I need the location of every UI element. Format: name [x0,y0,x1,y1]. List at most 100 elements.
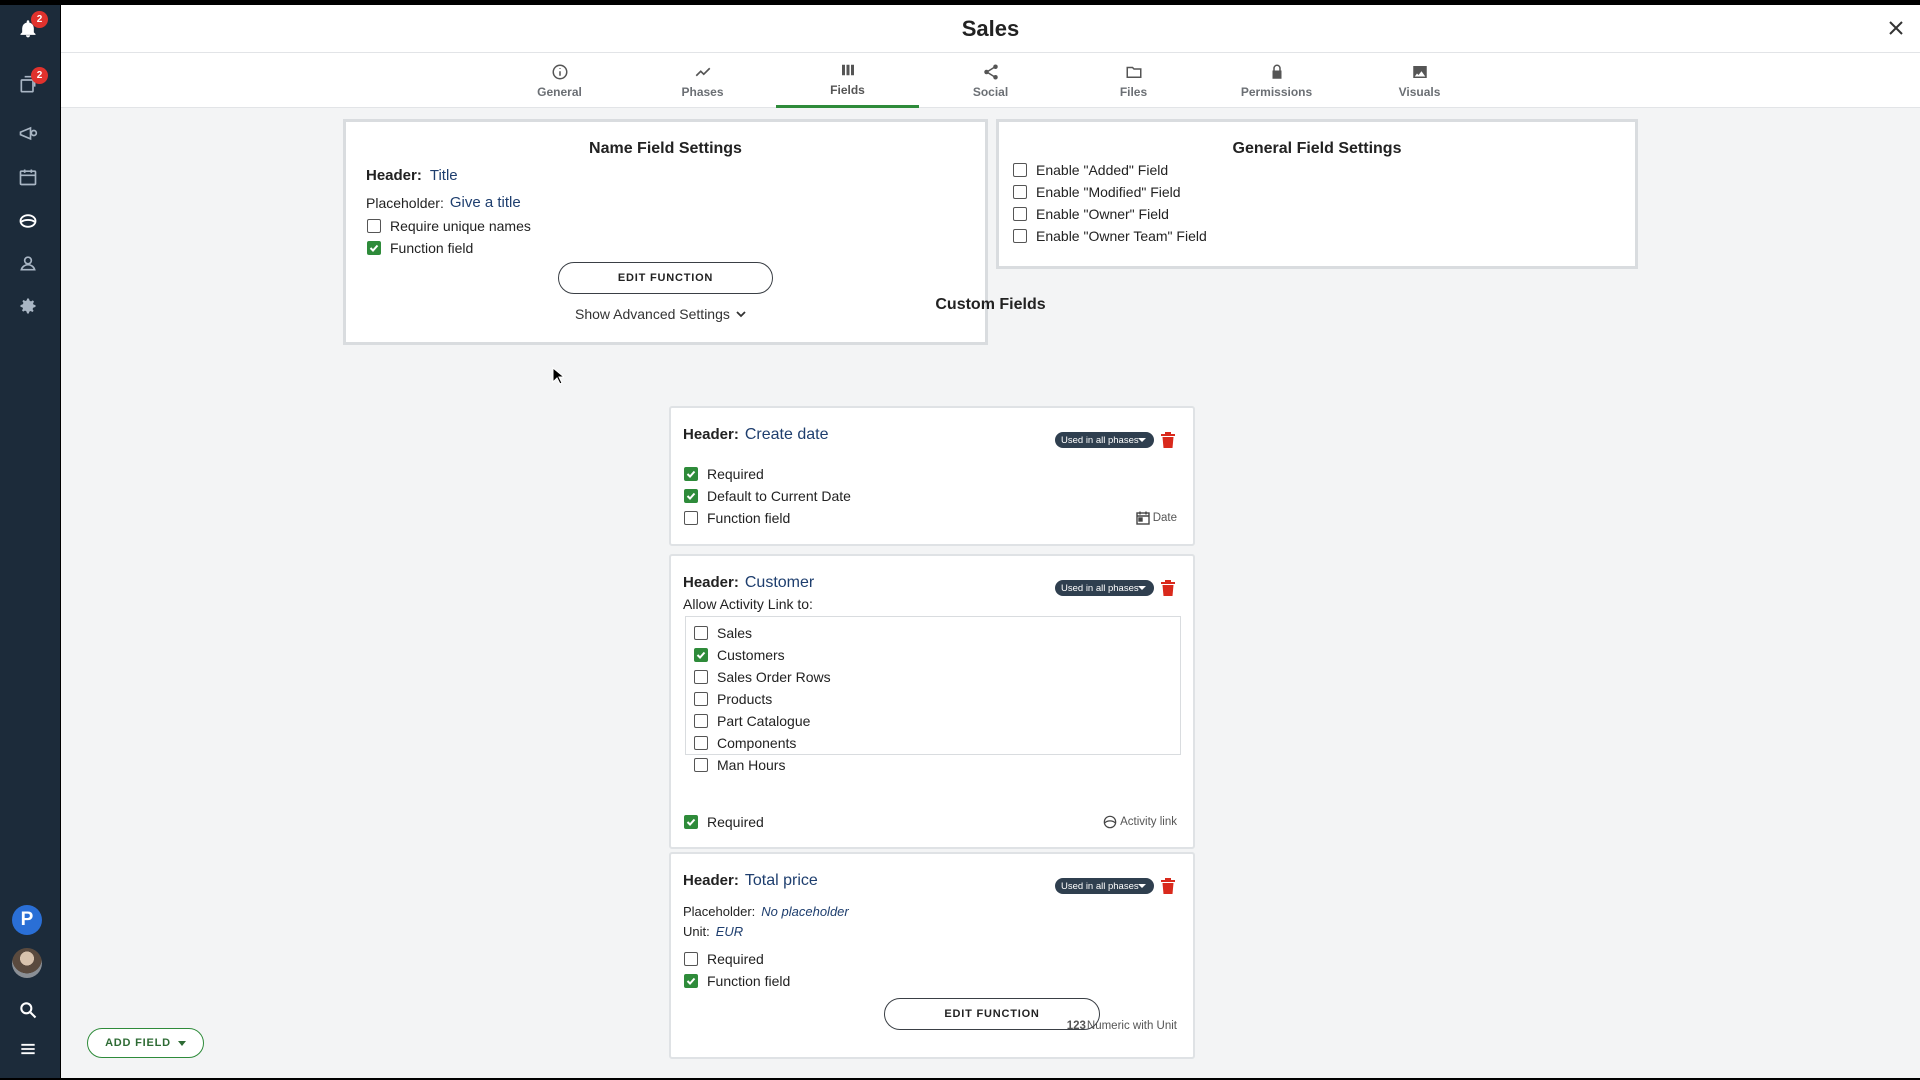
image-icon [1412,65,1427,78]
enable-modified-checkbox[interactable]: Enable "Modified" Field [1013,184,1181,200]
trash-icon[interactable] [1161,580,1175,596]
checkbox-label: Part Catalogue [717,713,811,729]
header-value[interactable]: Title [430,167,458,184]
tab-label: Visuals [1398,84,1441,99]
checkbox-label: Sales Order Rows [717,669,831,685]
field-header-value[interactable]: Total price [745,872,818,890]
checkbox[interactable] [684,467,698,481]
tab-fields[interactable]: Fields [776,53,919,108]
tab-visuals[interactable]: Visuals [1348,53,1491,108]
checkbox-label: Products [717,691,773,707]
tab-label: Files [1119,84,1148,99]
activity-link-icon [1103,815,1117,829]
checkbox[interactable] [1013,229,1027,243]
field-header-value[interactable]: Customer [745,574,814,592]
checkbox[interactable] [694,648,708,662]
field-type-label: Activity link [1120,816,1177,828]
checkbox[interactable] [684,974,698,988]
activity-link-icon[interactable] [12,205,44,237]
tab-label: Phases [681,84,724,99]
info-icon [552,64,567,79]
general-field-settings-panel: General Field Settings Enable "Added" Fi… [996,119,1638,269]
chevron-down-icon [1138,438,1146,442]
checkbox[interactable] [694,670,708,684]
placeholder-label: Placeholder: [366,194,444,211]
unit-value[interactable]: EUR [716,924,743,939]
calendar-icon[interactable] [12,161,44,193]
checkbox-label: Function field [707,510,791,526]
contacts-icon[interactable] [12,247,44,279]
chevron-down-icon [1138,586,1146,590]
required-checkbox[interactable]: Required [684,466,764,482]
checkbox[interactable] [694,626,708,640]
enable-owner-checkbox[interactable]: Enable "Owner" Field [1013,206,1169,222]
link-option-part-catalogue[interactable]: Part Catalogue [694,713,810,729]
tab-files[interactable]: Files [1062,53,1205,108]
field-type-tag: 123 Numeric with Unit [1067,1020,1177,1032]
checkbox-label: Enable "Owner" Field [1036,206,1169,222]
trash-icon[interactable] [1161,878,1175,894]
user-initial-avatar[interactable]: P [12,905,42,935]
close-icon[interactable] [1884,16,1908,40]
link-option-sales[interactable]: Sales [694,625,752,641]
function-field-checkbox[interactable]: Function field [684,510,790,526]
checkbox[interactable] [684,815,698,829]
field-header-value[interactable]: Create date [745,426,829,444]
required-checkbox[interactable]: Required [684,814,764,830]
lock-icon [1272,64,1281,79]
checkbox[interactable] [1013,163,1027,177]
phase-dropdown[interactable]: Used in all phases [1055,432,1154,448]
enable-owner-team-checkbox[interactable]: Enable "Owner Team" Field [1013,228,1207,244]
checkbox[interactable] [367,241,381,255]
default-current-date-checkbox[interactable]: Default to Current Date [684,488,851,504]
columns-icon [841,64,854,76]
function-field-checkbox[interactable]: Function field [684,973,790,989]
function-field-checkbox[interactable]: Function field [367,240,473,256]
phase-dropdown[interactable]: Used in all phases [1055,878,1154,894]
checkbox[interactable] [1013,185,1027,199]
link-option-man-hours[interactable]: Man Hours [694,757,785,773]
tab-label: Fields [830,83,865,97]
checkbox[interactable] [694,758,708,772]
menu-icon[interactable] [12,1033,44,1065]
checkbox[interactable] [684,511,698,525]
phase-dropdown[interactable]: Used in all phases [1055,580,1154,596]
checkbox[interactable] [684,952,698,966]
custom-fields-title: Custom Fields [935,296,1046,313]
bell-icon[interactable]: 2 [12,11,48,45]
link-option-sales-order-rows[interactable]: Sales Order Rows [694,669,831,685]
trash-icon[interactable] [1161,432,1175,448]
add-field-button[interactable]: ADD FIELD [87,1028,204,1058]
tab-general[interactable]: General [488,53,631,108]
checkbox[interactable] [367,219,381,233]
checkbox[interactable] [694,692,708,706]
link-option-components[interactable]: Components [694,735,796,751]
tab-phases[interactable]: Phases [631,53,774,108]
updates-icon[interactable]: 2 [12,67,48,101]
checkbox-label: Required [707,466,764,482]
tab-permissions[interactable]: Permissions [1205,53,1348,108]
edit-function-button[interactable]: EDIT FUNCTION [558,262,773,294]
avatar[interactable] [12,948,42,978]
search-icon[interactable] [12,994,44,1026]
gear-icon[interactable] [12,290,44,322]
checkbox-label: Man Hours [717,757,786,773]
link-option-customers[interactable]: Customers [694,647,785,663]
checkbox[interactable] [694,714,708,728]
tab-label: Social [972,84,1009,99]
checkbox[interactable] [684,489,698,503]
checkbox[interactable] [1013,207,1027,221]
link-option-products[interactable]: Products [694,691,772,707]
enable-added-checkbox[interactable]: Enable "Added" Field [1013,162,1168,178]
tab-social[interactable]: Social [919,53,1062,108]
placeholder-value[interactable]: Give a title [450,194,521,211]
checkbox[interactable] [694,736,708,750]
require-unique-checkbox[interactable]: Require unique names [367,218,531,234]
checkbox-label: Require unique names [390,218,531,234]
required-checkbox[interactable]: Required [684,951,764,967]
megaphone-icon[interactable] [12,117,44,149]
placeholder-label: Placeholder: [683,904,756,919]
placeholder-value[interactable]: No placeholder [761,904,848,919]
field-card-customer: Header: Customer Used in all phases Allo… [669,554,1195,849]
updates-badge: 2 [31,67,48,84]
